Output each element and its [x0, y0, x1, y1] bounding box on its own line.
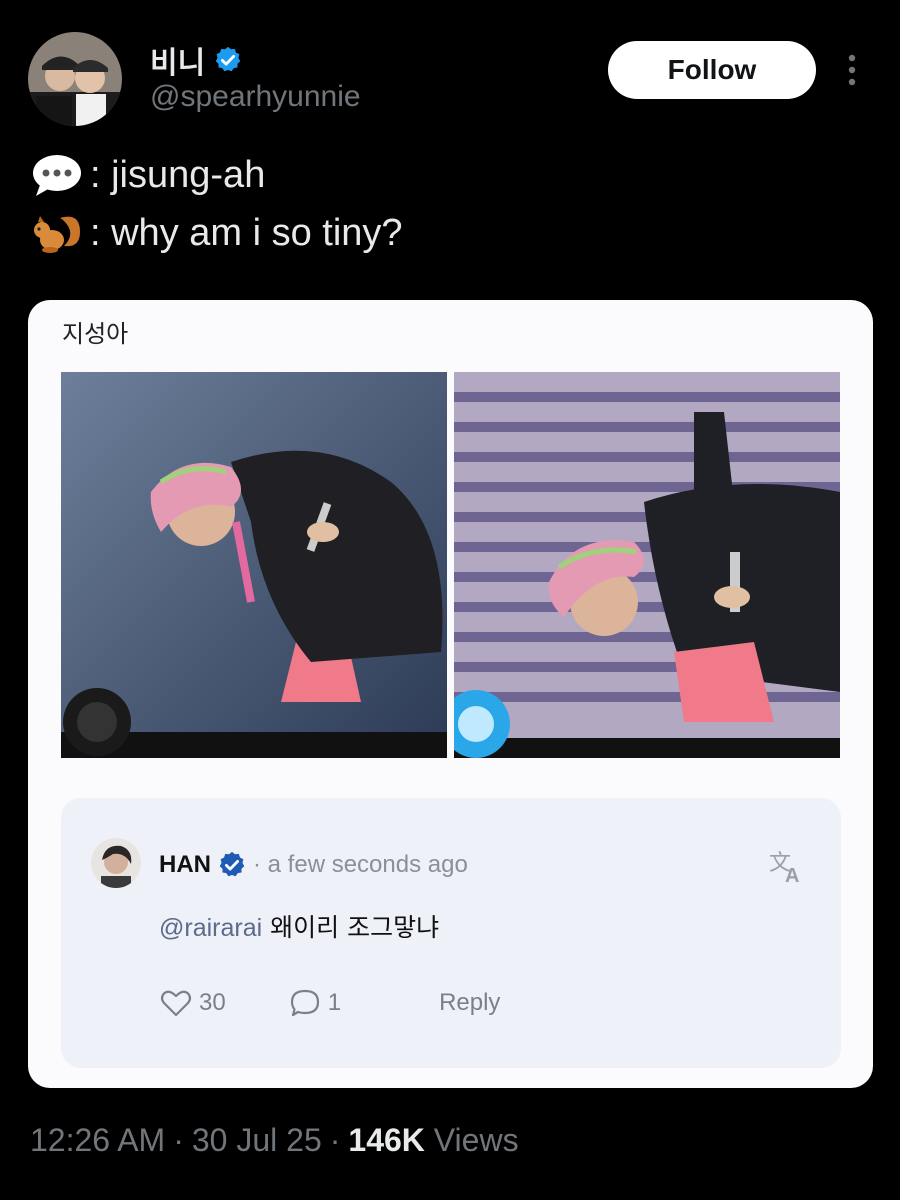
comment-header: HAN · a few seconds ago [159, 850, 468, 880]
commenter-avatar[interactable] [91, 838, 141, 888]
meta-separator: · [173, 1122, 184, 1158]
speech-bubble-icon [33, 155, 81, 196]
verified-badge-icon [215, 46, 241, 72]
comment-card: HAN · a few seconds ago 文 A @rairarai 왜이… [61, 798, 841, 1068]
author-name-row[interactable]: 비니 [150, 38, 243, 82]
tweet-detail: 비니 @spearhyunnie Follow : jisung-ah: wh… [0, 0, 900, 1200]
avatar-photo [28, 32, 122, 126]
more-options-icon[interactable] [838, 52, 866, 88]
translate-icon[interactable]: 文 A [767, 846, 807, 887]
verified-badge-icon [219, 851, 245, 877]
svg-text:A: A [785, 865, 799, 886]
commenter-name[interactable]: HAN [159, 851, 211, 879]
author-display-name[interactable]: 비니 [150, 38, 205, 82]
meta-separator: · [329, 1122, 341, 1158]
comment-body: 왜이리 조그맣냐 [262, 913, 440, 942]
concert-photo-left[interactable] [61, 372, 447, 758]
tweet-line-1-text: : jisung-ah [90, 153, 266, 196]
concert-photo-right[interactable] [454, 372, 840, 758]
follow-button[interactable]: Follow [608, 41, 816, 99]
views-count[interactable]: 146K [348, 1122, 425, 1159]
author-avatar[interactable] [28, 32, 122, 126]
author-handle[interactable]: @spearhyunnie [150, 80, 361, 114]
comment-reply-count-button[interactable]: 1 [288, 986, 341, 1020]
comment-timestamp: · a few seconds ago [253, 851, 468, 878]
comment-reply-button[interactable]: Reply [439, 989, 500, 1017]
comment-actions: 30 1 Reply [159, 986, 500, 1020]
tweet-text-line-1: : jisung-ah [30, 152, 265, 198]
comment-bubble-icon [290, 989, 319, 1017]
attached-image-card[interactable]: 지성아 HAN · a few seconds ago 文 A @rairara… [28, 300, 873, 1088]
squirrel-icon [34, 216, 80, 253]
views-label: Views [424, 1122, 519, 1158]
comment-text: @rairarai 왜이리 조그맣냐 [159, 908, 439, 944]
comment-like-count: 30 [199, 989, 226, 1016]
card-caption: 지성아 [62, 320, 129, 348]
comment-like-button[interactable]: 30 [159, 986, 226, 1020]
tweet-text-line-2: : why am i so tiny? [30, 210, 403, 256]
reply-label[interactable]: Reply [439, 989, 500, 1017]
comment-reply-count: 1 [327, 989, 342, 1016]
tweet-date[interactable]: 30 Jul 25 [192, 1122, 322, 1159]
comment-mention[interactable]: @rairarai [159, 914, 262, 942]
heart-icon [160, 990, 192, 1017]
tweet-time[interactable]: 12:26 AM [30, 1122, 165, 1159]
tweet-line-2-text: : why am i so tiny? [90, 211, 403, 254]
tweet-meta: 12:26 AM · 30 Jul 25 · 146K Views [30, 1122, 519, 1159]
